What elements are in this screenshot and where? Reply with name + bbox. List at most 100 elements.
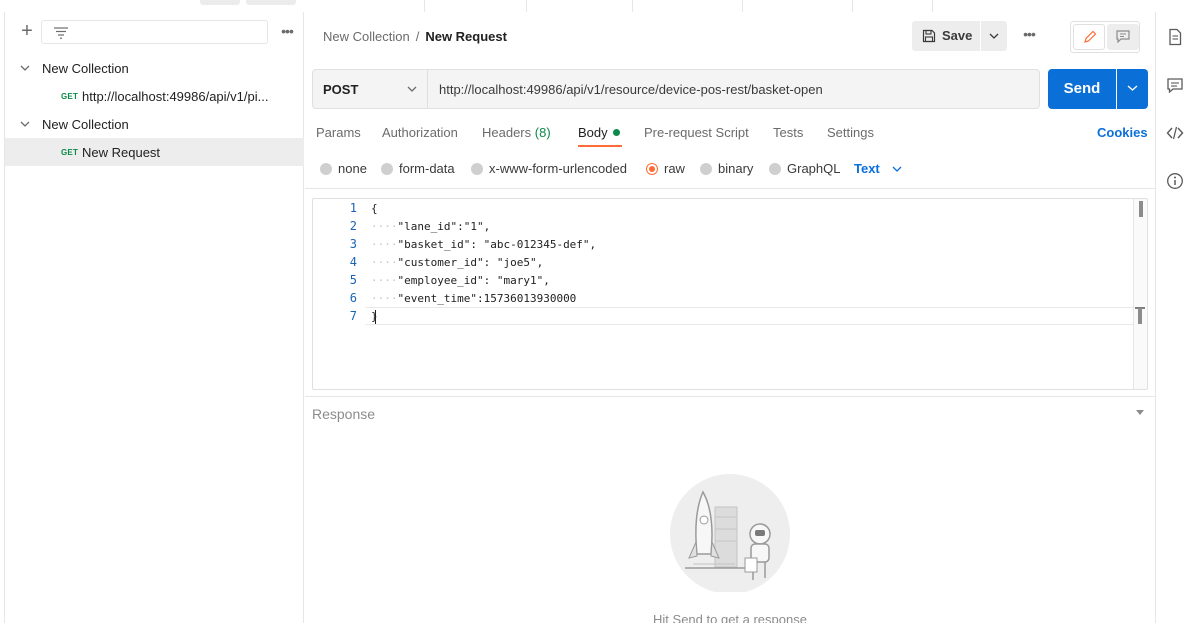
collection-name: New Collection — [42, 117, 129, 132]
tab-divider — [632, 0, 633, 12]
request-name: New Request — [82, 145, 161, 160]
save-dropdown[interactable] — [981, 21, 1007, 51]
radio-label: x-www-form-urlencoded — [489, 161, 627, 176]
line-number: 1 — [349, 201, 357, 215]
line-number: 6 — [349, 291, 357, 305]
send-button[interactable]: Send — [1048, 69, 1116, 109]
tab-tests[interactable]: Tests — [773, 125, 803, 140]
collection-row[interactable]: New Collection — [5, 54, 304, 82]
raw-format-select[interactable]: Text — [854, 161, 902, 176]
filter-input[interactable] — [76, 23, 256, 41]
divider — [305, 188, 1155, 189]
top-button-stub[interactable] — [200, 0, 240, 5]
tab-authorization[interactable]: Authorization — [382, 125, 458, 140]
tab-params[interactable]: Params — [316, 125, 361, 140]
method-tag: GET — [61, 92, 79, 101]
line-number: 4 — [349, 255, 357, 269]
code-text: "employee_id": "mary1", — [397, 274, 550, 287]
more-options-icon[interactable]: ••• — [1019, 26, 1039, 46]
request-name: http://localhost:49986/api/v1/pi... — [82, 89, 269, 104]
caret-down-icon[interactable] — [1135, 410, 1145, 416]
indent-marker: ···· — [371, 256, 398, 269]
tab-prerequest-script[interactable]: Pre-request Script — [644, 125, 749, 140]
comment-mode-button[interactable] — [1107, 24, 1139, 50]
sidebar-toolbar: + ••• — [5, 20, 304, 46]
chevron-down-icon[interactable] — [20, 119, 30, 129]
pencil-icon — [1084, 30, 1097, 43]
code-line: ····"employee_id": "mary1", — [371, 274, 550, 287]
rocket-astronaut-illustration — [670, 474, 790, 592]
radio-label: raw — [664, 161, 685, 176]
code-line: } — [371, 310, 378, 323]
response-header[interactable]: Response — [305, 396, 1155, 426]
radio-label: none — [338, 161, 367, 176]
active-tab-underline — [578, 145, 622, 147]
document-icon[interactable] — [1166, 28, 1184, 46]
comment-icon[interactable] — [1166, 76, 1184, 94]
line-number: 3 — [349, 237, 357, 251]
request-row-selected[interactable]: GET New Request — [5, 138, 304, 166]
radio-label: form-data — [399, 161, 455, 176]
code-icon[interactable] — [1166, 124, 1184, 142]
comment-icon — [1116, 30, 1130, 43]
top-tab-strip — [0, 0, 1193, 12]
scrollbar-thumb[interactable] — [1139, 201, 1143, 217]
response-hint: Hit Send to get a response — [653, 612, 807, 623]
indent-marker: ···· — [371, 292, 398, 305]
chevron-down-icon — [892, 166, 902, 172]
info-icon[interactable] — [1166, 172, 1184, 190]
collection-name: New Collection — [42, 61, 129, 76]
url-input[interactable] — [439, 80, 1029, 98]
send-group: Send — [1048, 69, 1148, 109]
code-text: "lane_id":"1", — [397, 220, 491, 233]
top-button-stub[interactable] — [246, 0, 296, 5]
tab-divider — [742, 0, 743, 12]
tab-body[interactable]: Body — [578, 125, 620, 140]
url-bar: POST — [312, 69, 1040, 109]
cookies-link[interactable]: Cookies — [1097, 125, 1148, 140]
indent-marker: ···· — [371, 220, 398, 233]
save-icon — [922, 29, 936, 43]
breadcrumb-collection[interactable]: New Collection — [323, 29, 410, 44]
chevron-down-icon[interactable] — [20, 63, 30, 73]
radio-circle — [381, 163, 393, 175]
body-indicator-dot — [612, 129, 620, 136]
code-text: } — [371, 310, 378, 323]
request-tabs: Params Authorization Headers (8) Body Pr… — [305, 122, 1155, 150]
save-label: Save — [942, 28, 973, 43]
save-button[interactable]: Save — [912, 21, 980, 51]
breadcrumb-request[interactable]: New Request — [425, 29, 507, 44]
code-text: "basket_id": "abc-012345-def", — [397, 238, 597, 251]
send-dropdown[interactable] — [1117, 69, 1148, 109]
edit-mode-button[interactable] — [1073, 24, 1105, 50]
request-row[interactable]: GET http://localhost:49986/api/v1/pi... — [5, 82, 304, 110]
body-type-options: none form-data x-www-form-urlencoded raw… — [305, 160, 1155, 180]
tab-divider — [424, 0, 425, 12]
method-select[interactable]: POST — [313, 70, 428, 108]
editor-scrollbar[interactable] — [1133, 199, 1147, 389]
radio-circle — [700, 163, 712, 175]
breadcrumb-separator: / — [415, 29, 420, 44]
collection-row[interactable]: New Collection — [5, 110, 304, 138]
code-line: ····"basket_id": "abc-012345-def", — [371, 238, 596, 251]
tab-divider — [852, 0, 853, 12]
radio-label: GraphQL — [787, 161, 841, 176]
code-text: "event_time":15736013930000 — [397, 292, 577, 305]
radio-circle — [769, 163, 781, 175]
headers-count: (8) — [534, 125, 551, 140]
filter-icon — [54, 27, 68, 39]
view-mode-toggle — [1070, 21, 1140, 53]
tab-divider — [932, 0, 933, 12]
sidebar-filter[interactable] — [41, 20, 268, 44]
tab-body-label: Body — [578, 125, 608, 140]
plus-icon[interactable]: + — [17, 21, 37, 42]
tab-settings[interactable]: Settings — [827, 125, 874, 140]
body-code-editor[interactable]: 1 { 2 ····"lane_id":"1", 3 ····"basket_i… — [312, 198, 1148, 390]
radio-label: binary — [718, 161, 754, 176]
tab-headers[interactable]: Headers (8) — [482, 125, 551, 140]
line-number: 2 — [349, 219, 357, 233]
indent-marker: ···· — [371, 238, 398, 251]
more-options-icon[interactable]: ••• — [277, 22, 297, 42]
method-label: POST — [323, 82, 359, 97]
response-label: Response — [312, 406, 376, 422]
